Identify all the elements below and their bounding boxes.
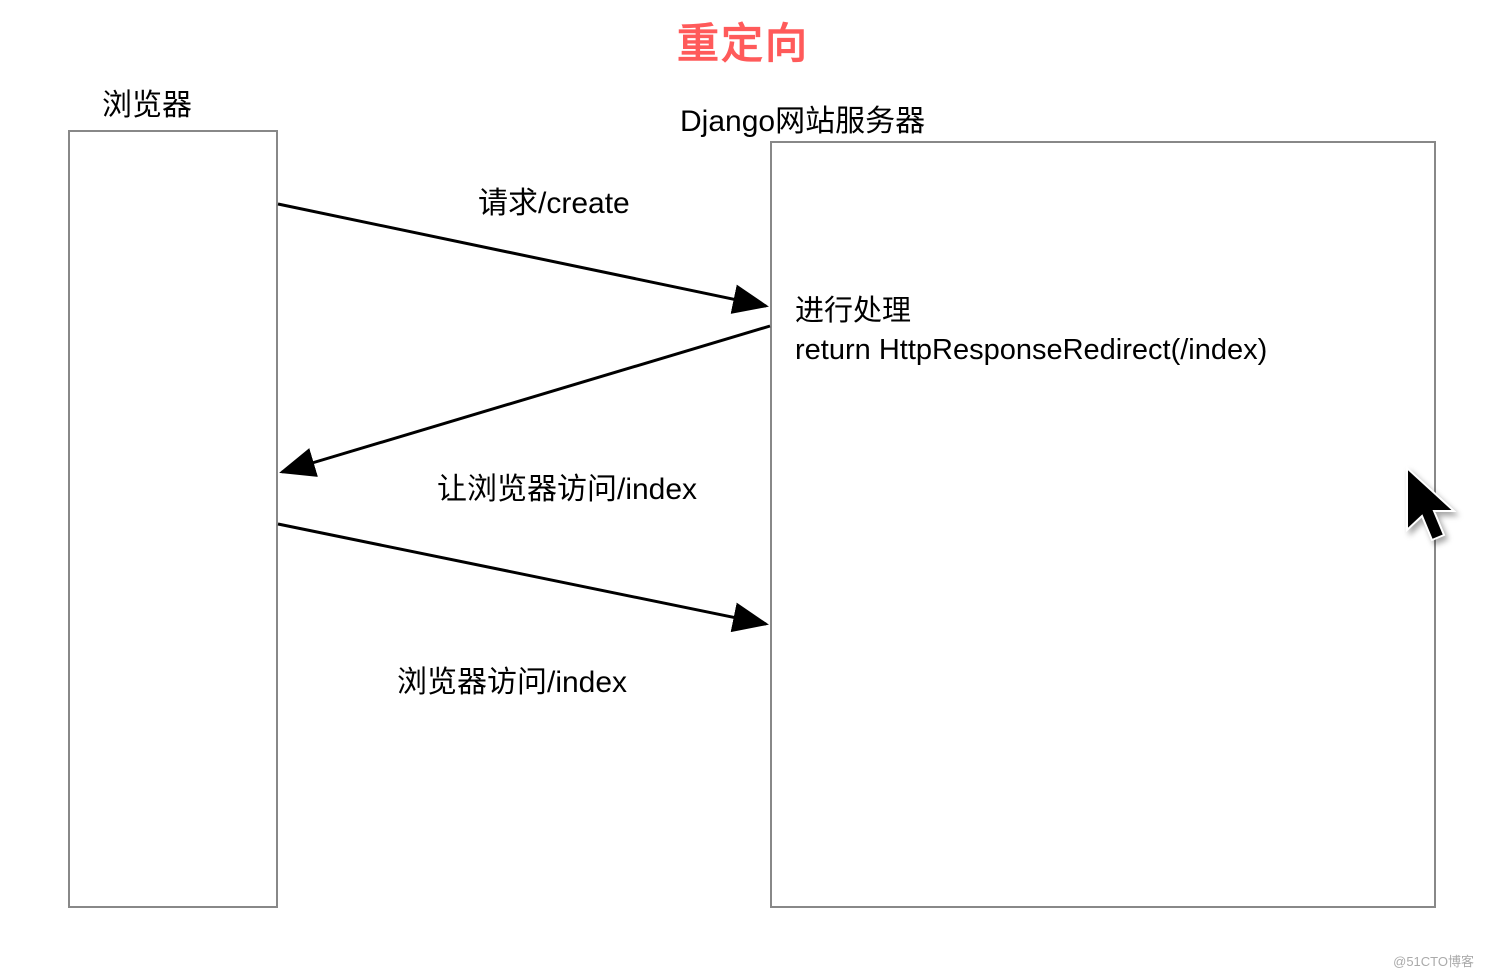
server-process-text: 进行处理 return HttpResponseRedirect(/index) (795, 292, 1267, 370)
watermark-text: @51CTO博客 (1393, 951, 1474, 970)
browser-label: 浏览器 (102, 80, 192, 124)
cursor-icon (1402, 466, 1462, 548)
arrow-label-request: 请求/create (478, 178, 630, 222)
arrow-label-visit: 浏览器访问/index (397, 657, 627, 701)
server-text-line1: 进行处理 (795, 292, 1267, 331)
server-label: Django网站服务器 (680, 96, 925, 140)
browser-lifeline-box (68, 130, 278, 908)
server-lifeline-box (770, 141, 1436, 908)
diagram-title: 重定向 (0, 10, 1486, 71)
arrow-label-redirect: 让浏览器访问/index (437, 464, 697, 508)
server-text-line2: return HttpResponseRedirect(/index) (795, 331, 1267, 370)
